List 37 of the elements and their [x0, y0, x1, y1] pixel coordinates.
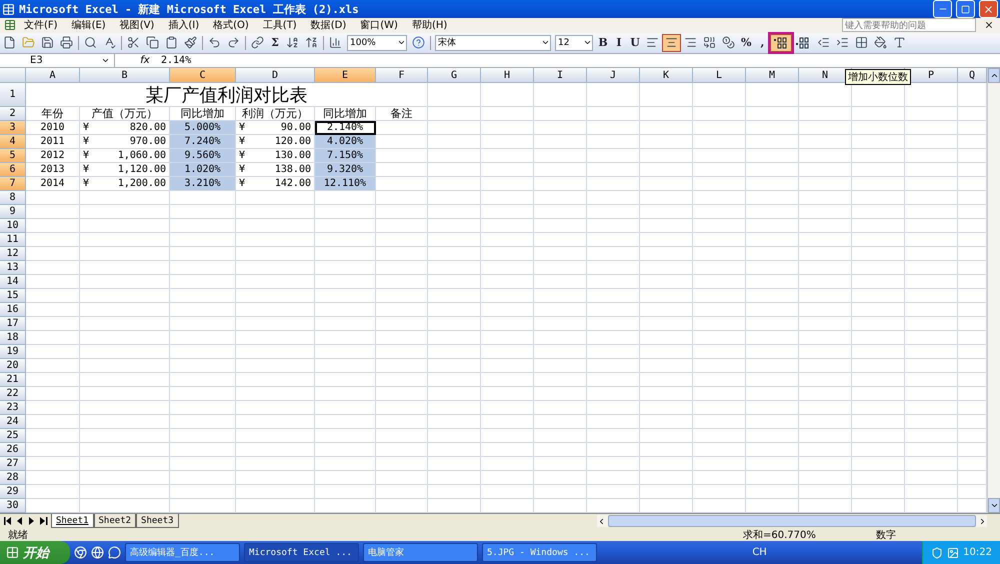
- table-cell: 5.000%: [170, 121, 236, 135]
- table-cell: ¥ 1,200.00: [80, 177, 170, 191]
- column-heading: 产值（万元）: [80, 107, 170, 121]
- column-heading: 年份: [26, 107, 80, 121]
- column-heading: 同比增加: [315, 107, 376, 121]
- table-cell: ¥ 1,060.00: [80, 149, 170, 163]
- table-cell: ¥ 970.00: [80, 135, 170, 149]
- table-cell: ¥ 138.00: [236, 163, 315, 177]
- table-cell: ¥ 130.00: [236, 149, 315, 163]
- status-mode: 数字: [876, 528, 896, 542]
- table-cell: 2014: [26, 177, 80, 191]
- status-sum: 求和=60.770%: [743, 528, 816, 542]
- table-cell: 4.020%: [315, 135, 376, 149]
- table-cell: ¥ 90.00: [236, 121, 315, 135]
- status-text: 就绪: [8, 528, 28, 542]
- column-heading: 利润（万元）: [236, 107, 315, 121]
- column-heading: 备注: [376, 107, 428, 121]
- table-cell: 9.320%: [315, 163, 376, 177]
- clock: 10:22: [963, 547, 992, 558]
- table-cell: ¥ 1,120.00: [80, 163, 170, 177]
- table-cell: 9.560%: [170, 149, 236, 163]
- table-cell: ¥ 142.00: [236, 177, 315, 191]
- table-cell: 2013: [26, 163, 80, 177]
- table-cell: 7.240%: [170, 135, 236, 149]
- table-cell: 1.020%: [170, 163, 236, 177]
- table-cell: ¥ 120.00: [236, 135, 315, 149]
- table-cell: ¥ 820.00: [80, 121, 170, 135]
- tooltip: 增加小数位数: [845, 69, 911, 85]
- table-cell: 3.210%: [170, 177, 236, 191]
- table-cell: 2011: [26, 135, 80, 149]
- table-cell: 2012: [26, 149, 80, 163]
- table-cell: 2010: [26, 121, 80, 135]
- window-title: Microsoft Excel - 新建 Microsoft Excel 工作表 (2).xls: [19, 2, 360, 17]
- table-cell: 7.150%: [315, 149, 376, 163]
- column-heading: 同比增加: [170, 107, 236, 121]
- table-cell: 2.140%: [315, 121, 376, 135]
- table-cell: 12.110%: [315, 177, 376, 191]
